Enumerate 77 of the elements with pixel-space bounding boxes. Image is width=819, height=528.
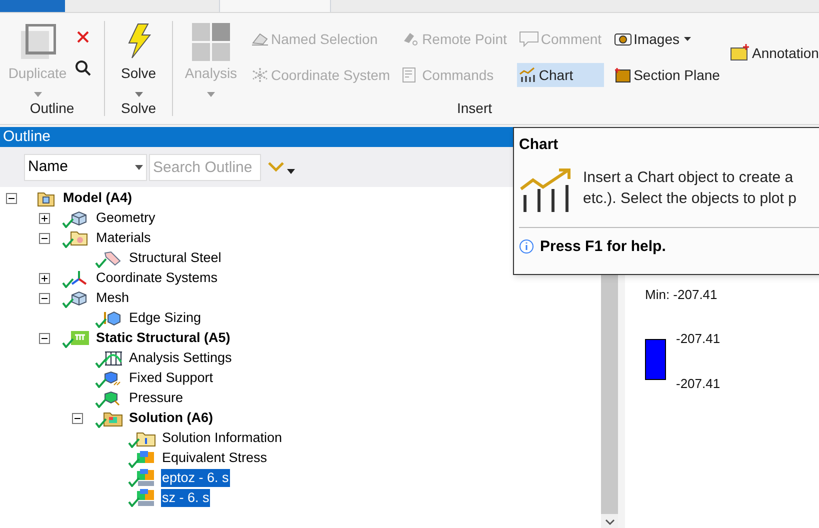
- user-result-icon: [136, 469, 156, 487]
- section-plane-icon: [614, 66, 632, 84]
- tooltip-text: Insert a Chart object to create a: [583, 168, 794, 188]
- legend-value: -207.41: [676, 375, 720, 393]
- point-icon: [402, 31, 420, 47]
- folder-icon: [37, 190, 55, 206]
- cube-icon: [70, 210, 88, 226]
- collapse-toggle[interactable]: [39, 292, 50, 304]
- analysis-grid-icon: [192, 23, 230, 61]
- collapse-toggle[interactable]: [72, 412, 83, 424]
- tree-item[interactable]: Coordinate Systems: [95, 269, 219, 287]
- folder-icon: [103, 410, 123, 426]
- tree-item[interactable]: Materials: [95, 229, 152, 247]
- camera-icon: [614, 31, 632, 47]
- tree-item[interactable]: Solution Information: [161, 429, 284, 447]
- insert-button[interactable]: Section Plane: [612, 63, 722, 87]
- chart-icon: [518, 67, 537, 83]
- scroll-down-icon[interactable]: [604, 518, 614, 526]
- search-field[interactable]: Search Outline: [149, 154, 261, 180]
- analysis-icon: [70, 330, 90, 346]
- cube-icon: [103, 310, 121, 326]
- filter-dropdown[interactable]: Name: [24, 154, 147, 180]
- eraser-icon: [251, 31, 269, 47]
- help-hint: Press F1 for help.: [540, 236, 666, 256]
- tag-icon: [103, 250, 121, 266]
- expand-toggle[interactable]: [39, 272, 50, 284]
- tree-item[interactable]: Solution (A6): [128, 409, 214, 427]
- group-label: Outline: [28, 99, 76, 118]
- dropdown-arrow-icon: [135, 164, 143, 170]
- tree-item[interactable]: Model (A4): [62, 189, 133, 207]
- collapse-toggle[interactable]: [39, 332, 50, 344]
- tree-item[interactable]: Mesh: [95, 289, 130, 307]
- tree-item[interactable]: eptoz - 6. s: [161, 469, 230, 487]
- close-icon[interactable]: [76, 30, 90, 44]
- tree-item[interactable]: Geometry: [95, 209, 156, 227]
- collapse-toggle[interactable]: [6, 192, 17, 204]
- pressure-icon: [103, 390, 121, 406]
- dropdown-arrow-icon: [684, 37, 690, 41]
- images-dropdown[interactable]: Images: [612, 27, 722, 51]
- axes-icon: [70, 270, 88, 286]
- group-label: Insert: [457, 99, 494, 118]
- annotation-button[interactable]: Annotation: [730, 41, 819, 65]
- legend-value: -207.41: [676, 330, 720, 348]
- tree-item[interactable]: Static Structural (A5): [95, 329, 232, 347]
- dropdown-arrow-icon: [207, 92, 215, 97]
- tree-item[interactable]: Pressure: [128, 389, 184, 407]
- tree-item[interactable]: Edge Sizing: [128, 309, 202, 327]
- result-icon: [136, 450, 156, 466]
- solve-button[interactable]: Solve: [105, 21, 172, 98]
- tree-item[interactable]: Fixed Support: [128, 369, 214, 387]
- chart-icon: [519, 166, 573, 212]
- insert-button[interactable]: Chart: [516, 63, 604, 87]
- tree-item[interactable]: Analysis Settings: [128, 349, 233, 367]
- group-label: Solve: [120, 99, 158, 118]
- dropdown-arrow-icon[interactable]: [287, 168, 295, 174]
- tooltip-text: etc.). Select the objects to plot p: [583, 188, 796, 208]
- user-result-icon: [136, 489, 156, 507]
- tree-item[interactable]: Structural Steel: [128, 249, 222, 267]
- support-icon: [103, 370, 121, 386]
- info-icon: [519, 239, 534, 254]
- tree-item[interactable]: sz - 6. s: [161, 489, 210, 507]
- expand-toggle[interactable]: [39, 212, 50, 224]
- dropdown-arrow-icon: [134, 92, 142, 97]
- settings-icon: [103, 350, 123, 366]
- asterisk-icon: [251, 67, 269, 83]
- duplicate-icon: [20, 24, 56, 60]
- collapse-toggle[interactable]: [39, 232, 50, 244]
- lightning-icon: [126, 23, 152, 59]
- tree-item[interactable]: Equivalent Stress: [161, 449, 268, 467]
- info-folder-icon: [136, 430, 156, 446]
- legend-min: Min: -207.41: [645, 286, 718, 304]
- search-icon[interactable]: [75, 60, 91, 76]
- annotation-icon: [730, 44, 750, 62]
- dropdown-arrow-icon: [34, 92, 42, 97]
- folder-icon: [70, 230, 88, 246]
- cube-icon: [70, 290, 88, 306]
- comment-icon: [518, 31, 539, 47]
